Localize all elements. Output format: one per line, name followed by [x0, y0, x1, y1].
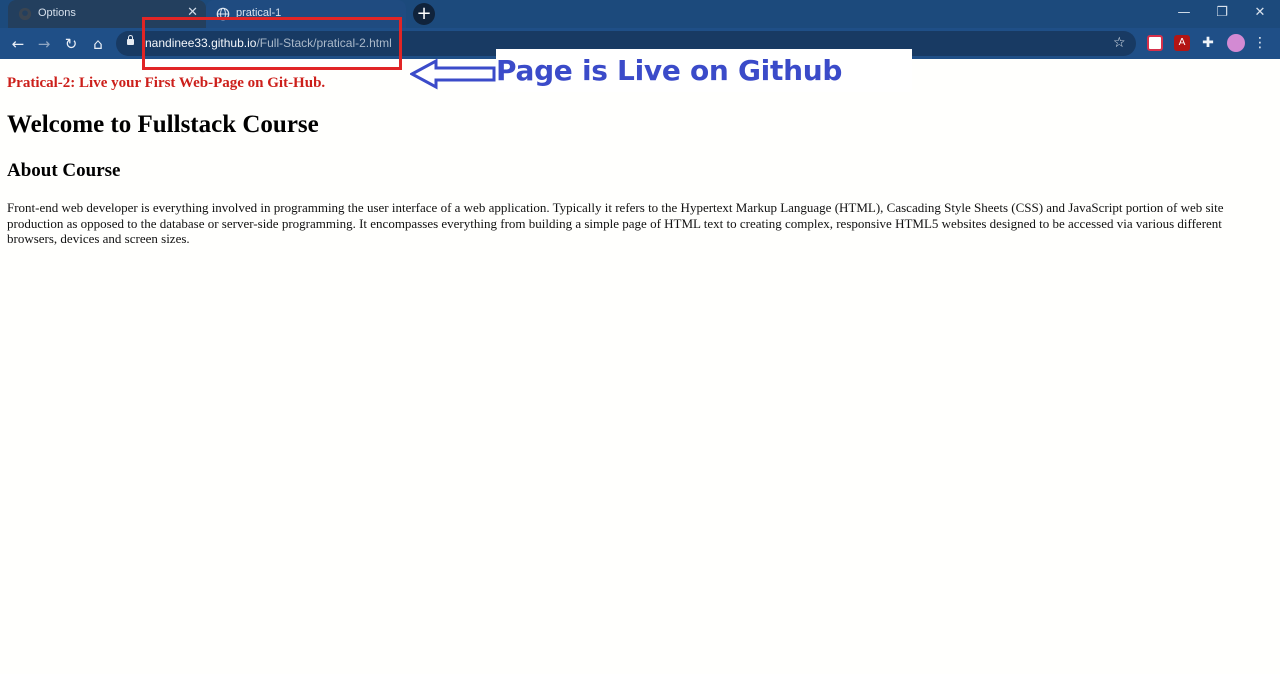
window-close-button[interactable]: ✕ [1252, 6, 1268, 20]
puzzle-icon[interactable]: ✚ [1200, 35, 1216, 51]
minimize-button[interactable]: — [1176, 6, 1192, 20]
menu-dots-icon[interactable]: ⋮ [1253, 34, 1267, 52]
course-description: Front-end web developer is everything in… [7, 200, 1224, 246]
page-content: Pratical-2: Live your First Web-Page on … [0, 59, 1280, 674]
maximize-button[interactable]: ❐ [1214, 6, 1230, 20]
reload-button[interactable]: ↻ [61, 34, 81, 54]
home-button[interactable]: ⌂ [88, 34, 108, 54]
back-button[interactable]: ← [8, 34, 28, 54]
adobe-pdf-icon[interactable]: A [1174, 35, 1190, 51]
tab-title: Options [38, 7, 76, 19]
new-tab-button[interactable]: + [413, 3, 435, 25]
section-heading: About Course [7, 160, 121, 181]
avatar[interactable] [1227, 34, 1245, 52]
highlight-box [142, 17, 402, 70]
bookmark-star-icon[interactable]: ☆ [1113, 35, 1126, 51]
annotation-banner: Page is Live on Github [496, 49, 912, 92]
pocket-icon[interactable] [1147, 35, 1163, 51]
left-arrow-icon [410, 58, 496, 90]
github-icon [18, 7, 32, 21]
forward-button[interactable]: → [34, 34, 54, 54]
practical-subtitle: Pratical-2: Live your First Web-Page on … [7, 75, 326, 91]
lock-icon[interactable] [127, 35, 134, 45]
page-title: Welcome to Fullstack Course [7, 111, 319, 138]
annotation-label: Page is Live on Github [496, 54, 843, 87]
